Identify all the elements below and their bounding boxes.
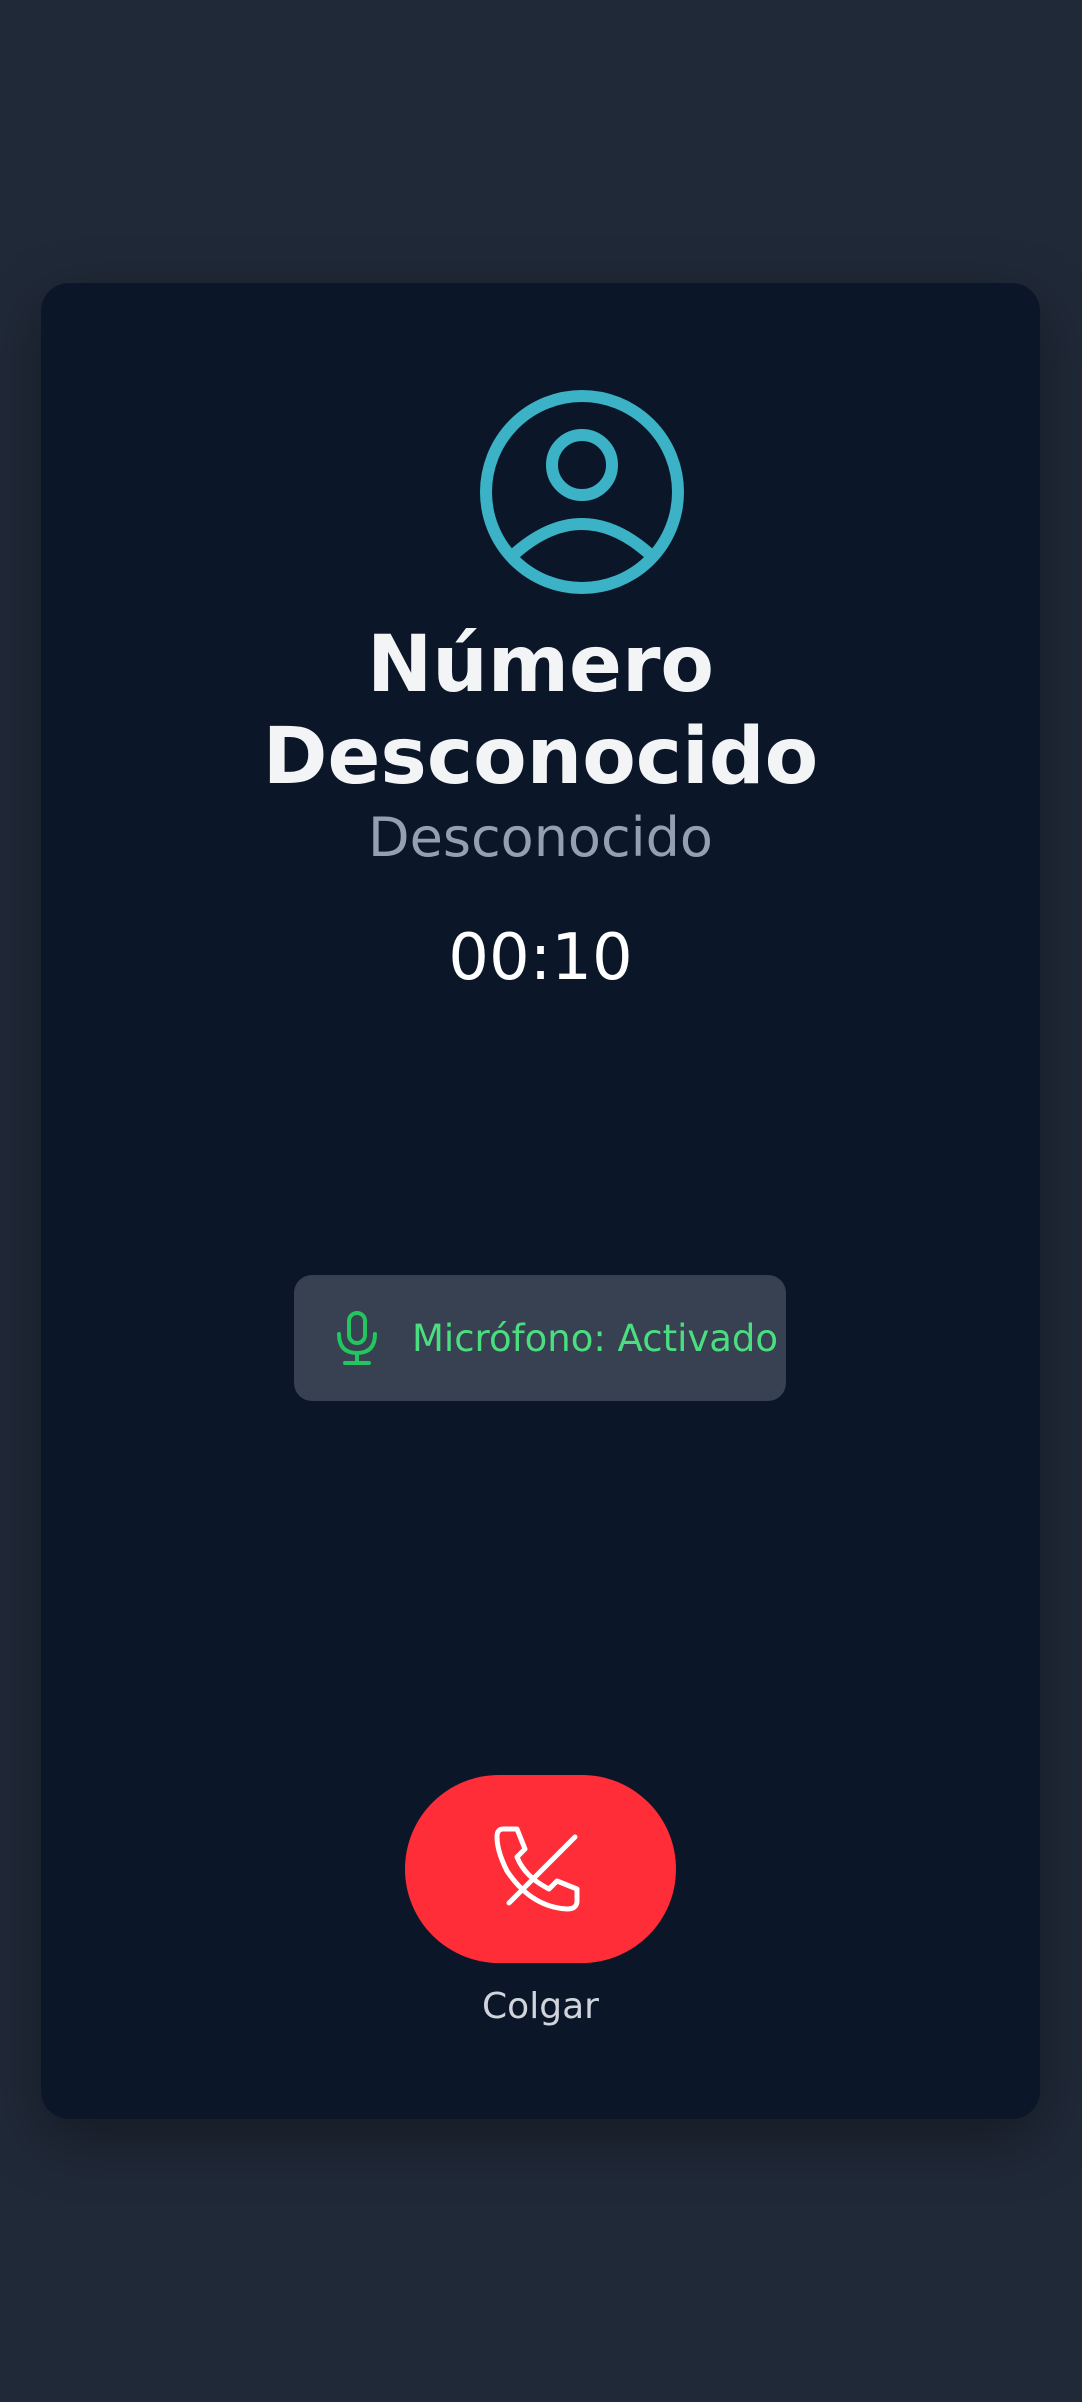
user-circle-icon	[480, 390, 684, 594]
microphone-status-label: Micrófono: Activado	[412, 1316, 779, 1360]
hangup-label: Colgar	[482, 1986, 599, 2027]
caller-subtitle: Desconocido	[368, 806, 713, 869]
phone-off-icon	[494, 1826, 579, 1912]
caller-name: Número Desconocido	[41, 619, 1040, 803]
call-card: Número Desconocido Desconocido 00:10 Mic…	[41, 283, 1040, 2119]
call-timer: 00:10	[448, 921, 633, 995]
hangup-button[interactable]	[405, 1775, 676, 1963]
caller-name-line1: Número	[366, 620, 715, 710]
microphone-icon	[337, 1311, 377, 1365]
microphone-toggle[interactable]: Micrófono: Activado	[294, 1275, 786, 1401]
caller-name-line2: Desconocido	[262, 712, 819, 802]
